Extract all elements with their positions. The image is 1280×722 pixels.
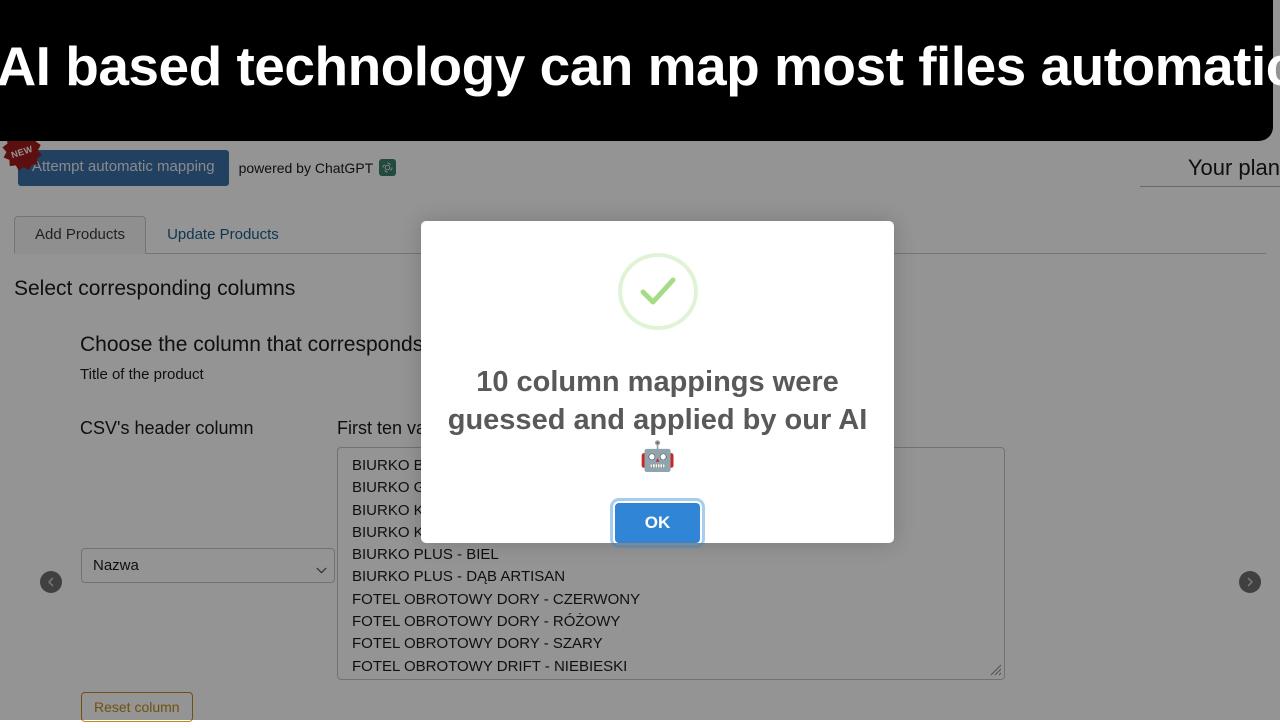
promo-banner: Our AI based technology can map most fil… <box>0 0 1273 141</box>
success-check-icon <box>618 253 698 330</box>
success-modal: 10 column mappings were guessed and appl… <box>421 221 894 543</box>
success-modal-title: 10 column mappings were guessed and appl… <box>448 364 868 477</box>
promo-banner-title: Our AI based technology can map most fil… <box>0 39 1280 102</box>
ok-button[interactable]: OK <box>615 503 701 543</box>
